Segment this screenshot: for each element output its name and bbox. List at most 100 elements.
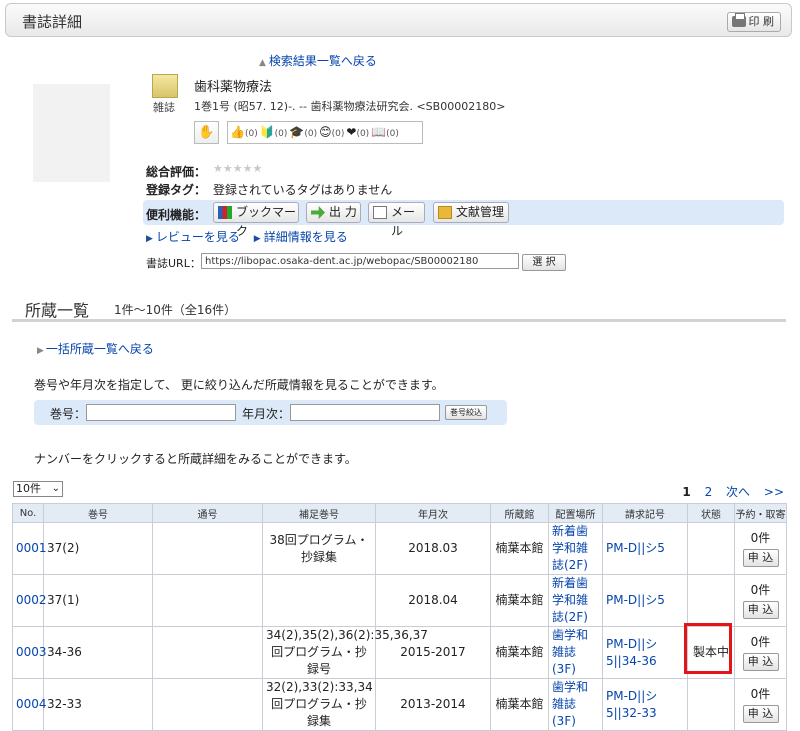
cell-library: 楠葉本館 [490, 574, 549, 627]
output-button[interactable]: 出 力 [306, 202, 361, 223]
holding-number-link[interactable]: 0002 [12, 574, 47, 627]
cell-call-number-link[interactable]: PM-D||シ5 [602, 574, 688, 627]
cell-call-number-link[interactable]: PM-D||シ5||34-36 [602, 626, 688, 679]
table-row: 0001 37(2) 38回プログラム・抄録集 2018.03 楠葉本館 新着歯学和雑誌(… [12, 522, 787, 575]
cover-thumbnail [33, 84, 110, 182]
reaction-count: (0) [304, 129, 318, 139]
cell-reserve: 0件申 込 [734, 574, 787, 627]
graduation-cap-icon[interactable]: 🎓 [289, 125, 304, 139]
reaction-count: (0) [386, 129, 399, 139]
cell-library: 楠葉本館 [490, 626, 549, 679]
cell-location-link[interactable]: 新着歯学和雑誌(2F) [548, 574, 603, 627]
reserve-count: 0件 [750, 531, 771, 545]
holding-number-link[interactable]: 0003 [12, 626, 47, 679]
triangle-right-icon: ▶ [253, 234, 261, 244]
print-button[interactable]: 印 刷 [727, 12, 781, 32]
per-page-value: 10件 [16, 482, 41, 495]
reserve-count: 0件 [750, 687, 771, 701]
record-description: 1巻1号 (昭57. 12)-. -- 歯科薬物療法研究会. <SB000021… [194, 100, 506, 113]
reaction-count: (0) [274, 129, 288, 139]
cell-supplement: 38回プログラム・抄録集 [262, 522, 376, 575]
date-label: 年月次： [242, 407, 291, 421]
page-2-link[interactable]: 2 [705, 485, 713, 499]
table-row: 0002 37(1) 2018.04 楠葉本館 新着歯学和雑誌(2F) PM-D||シ5 0… [12, 574, 787, 627]
tags-label: 登録タグ： [146, 183, 207, 197]
reserve-button[interactable]: 申 込 [742, 653, 779, 671]
cell-supplement [262, 574, 376, 627]
cell-supplement: 34(2),35(2),36(2):35,36,37回プログラム・抄録号 [262, 626, 428, 679]
bulk-holdings-link[interactable]: ▶ 一括所蔵一覧へ戻る [37, 340, 154, 357]
page-1: 1 [682, 485, 691, 499]
bookmark-button[interactable]: ブックマーク [213, 202, 299, 238]
record-title: 歯科薬物療法 [194, 80, 273, 95]
cell-location-link[interactable]: 新着歯学和雑誌(2F) [548, 522, 603, 575]
chevron-down-icon: ⌄ [51, 483, 60, 494]
table-row: 0003 34-36 34(2),35(2),36(2):35,36,37回プログラ… [12, 626, 787, 679]
reserve-count: 0件 [750, 635, 771, 649]
reaction-count: (0) [331, 129, 345, 139]
print-label: 印 刷 [748, 15, 775, 28]
table-header-row: No. 巻号 通号 補足巻号 年月次 所蔵館 配置場所 請求記号 状態 予約・取… [12, 503, 787, 523]
cell-status [687, 522, 735, 575]
pagination: 1 2 次へ >> [674, 483, 784, 500]
stamp-icon: ✋ [198, 125, 215, 140]
col-volume: 巻号 [43, 503, 153, 523]
reserve-button[interactable]: 申 込 [742, 601, 779, 619]
cell-reserve: 0件申 込 [734, 626, 787, 679]
col-location: 配置場所 [548, 503, 603, 523]
stamp-button[interactable]: ✋ [194, 121, 219, 144]
page-title: 書誌詳細 [22, 13, 83, 31]
reserve-button[interactable]: 申 込 [742, 705, 779, 723]
page-header: 書誌詳細 印 刷 [5, 3, 792, 37]
reaction-bar: 👍(0) 🔰(0) 🎓(0) 😊(0) ❤(0) 📖(0) [227, 121, 423, 144]
col-library: 所蔵館 [490, 503, 549, 523]
cell-location-link[interactable]: 歯学和雑誌(3F) [548, 626, 603, 679]
mail-label: メール [391, 205, 416, 238]
holdings-table: No. 巻号 通号 補足巻号 年月次 所蔵館 配置場所 請求記号 状態 予約・取… [12, 503, 787, 731]
next-page-link[interactable]: 次へ [726, 485, 750, 499]
last-page-link[interactable]: >> [764, 485, 784, 499]
volume-filter-button[interactable]: 巻号絞込 [445, 405, 487, 420]
thumbs-up-icon[interactable]: 👍 [230, 125, 245, 139]
review-link[interactable]: レビューを見る [156, 230, 240, 244]
arrow-right-icon [311, 206, 325, 219]
back-to-results-text[interactable]: 検索結果一覧へ戻る [269, 54, 377, 68]
beginner-icon[interactable]: 🔰 [260, 125, 275, 139]
col-status: 状態 [687, 503, 735, 523]
holding-number-link[interactable]: 0001 [12, 522, 47, 575]
face-icon[interactable]: 😊 [319, 125, 332, 139]
material-type-label: 雑誌 [153, 101, 175, 114]
reference-manager-label: 文献管理 [456, 205, 505, 219]
status-highlight-box [684, 623, 732, 674]
detail-link[interactable]: 詳細情報を見る [264, 230, 348, 244]
rating-label: 総合評価： [146, 165, 207, 179]
col-call-number: 請求記号 [602, 503, 688, 523]
per-page-select[interactable]: 10件 ⌄ [13, 481, 63, 497]
reserve-count: 0件 [750, 583, 771, 597]
cell-call-number-link[interactable]: PM-D||シ5 [602, 522, 688, 575]
date-input[interactable] [290, 404, 440, 421]
cell-reserve: 0件申 込 [734, 522, 787, 575]
rating-stars[interactable]: ★★★★★ [213, 162, 262, 175]
select-url-button[interactable]: 選 択 [522, 254, 566, 271]
triangle-right-icon: ▶ [37, 346, 44, 356]
filter-instructions: 巻号や年月次を指定して、 更に絞り込んだ所蔵情報を見ることができます。 [34, 378, 444, 392]
tools-bar: 便利機能： ブックマーク 出 力 メール 文献管理 [143, 200, 784, 238]
bulk-holdings-text[interactable]: 一括所蔵一覧へ戻る [46, 342, 154, 356]
back-to-results-link[interactable]: ▲ 検索結果一覧へ戻る [259, 52, 377, 69]
bookmark-icon [218, 206, 232, 219]
triangle-right-icon: ▶ [146, 234, 153, 244]
reference-manager-button[interactable]: 文献管理 [433, 202, 509, 223]
section-divider [12, 319, 786, 322]
mail-button[interactable]: メール [368, 202, 425, 238]
cell-volume: 37(1) [43, 574, 153, 627]
reserve-button[interactable]: 申 込 [742, 549, 779, 567]
record-url-field[interactable] [201, 253, 519, 269]
tags-value: 登録されているタグはありません [213, 183, 393, 197]
heart-icon[interactable]: ❤ [346, 125, 356, 139]
book-icon[interactable]: 📖 [371, 125, 386, 139]
volume-input[interactable] [86, 404, 236, 421]
holdings-title: 所蔵一覧 [25, 301, 90, 320]
volume-label: 巻号： [50, 407, 87, 421]
filter-bar: 巻号： 年月次： 巻号絞込 [34, 400, 507, 425]
